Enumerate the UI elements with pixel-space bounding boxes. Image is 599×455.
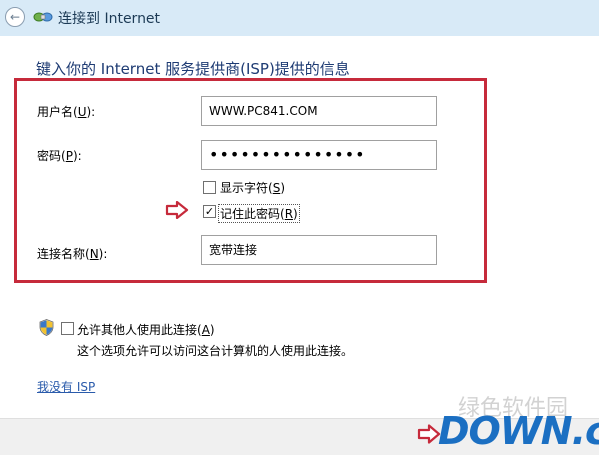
allow-others-description: 这个选项允许可以访问这台计算机的人使用此连接。 bbox=[77, 344, 354, 358]
password-input[interactable]: ••••••••••••••• bbox=[201, 140, 437, 170]
back-arrow-icon: ← bbox=[9, 10, 21, 24]
password-label: 密码(P): bbox=[37, 149, 82, 163]
show-chars-checkbox[interactable] bbox=[203, 181, 216, 194]
allow-others-checkbox[interactable] bbox=[61, 322, 74, 335]
connection-name-label: 连接名称(N): bbox=[37, 247, 108, 261]
red-arrow-icon bbox=[165, 201, 189, 219]
title-bar: ← 连接到 Internet bbox=[0, 0, 599, 36]
connection-name-input[interactable]: 宽带连接 bbox=[201, 235, 437, 265]
logo-text: DOWN.cc bbox=[438, 409, 599, 453]
uac-shield-icon bbox=[39, 319, 54, 336]
page-heading: 键入你的 Internet 服务提供商(ISP)提供的信息 bbox=[36, 60, 350, 78]
username-label: 用户名(U): bbox=[37, 105, 96, 119]
allow-others-label[interactable]: 允许其他人使用此连接(A) bbox=[77, 321, 215, 338]
network-connection-icon bbox=[33, 12, 53, 22]
remember-password-checkbox[interactable]: ✓ bbox=[203, 205, 216, 218]
back-button[interactable]: ← bbox=[5, 7, 25, 27]
show-chars-label[interactable]: 显示字符(S) bbox=[220, 179, 285, 196]
down-cc-logo: DOWN.cc bbox=[438, 407, 599, 455]
window-title: 连接到 Internet bbox=[58, 11, 161, 27]
no-isp-link[interactable]: 我没有 ISP bbox=[37, 378, 95, 395]
remember-password-label[interactable]: 记住此密码(R) bbox=[218, 204, 300, 223]
username-input[interactable]: WWW.PC841.COM bbox=[201, 96, 437, 126]
